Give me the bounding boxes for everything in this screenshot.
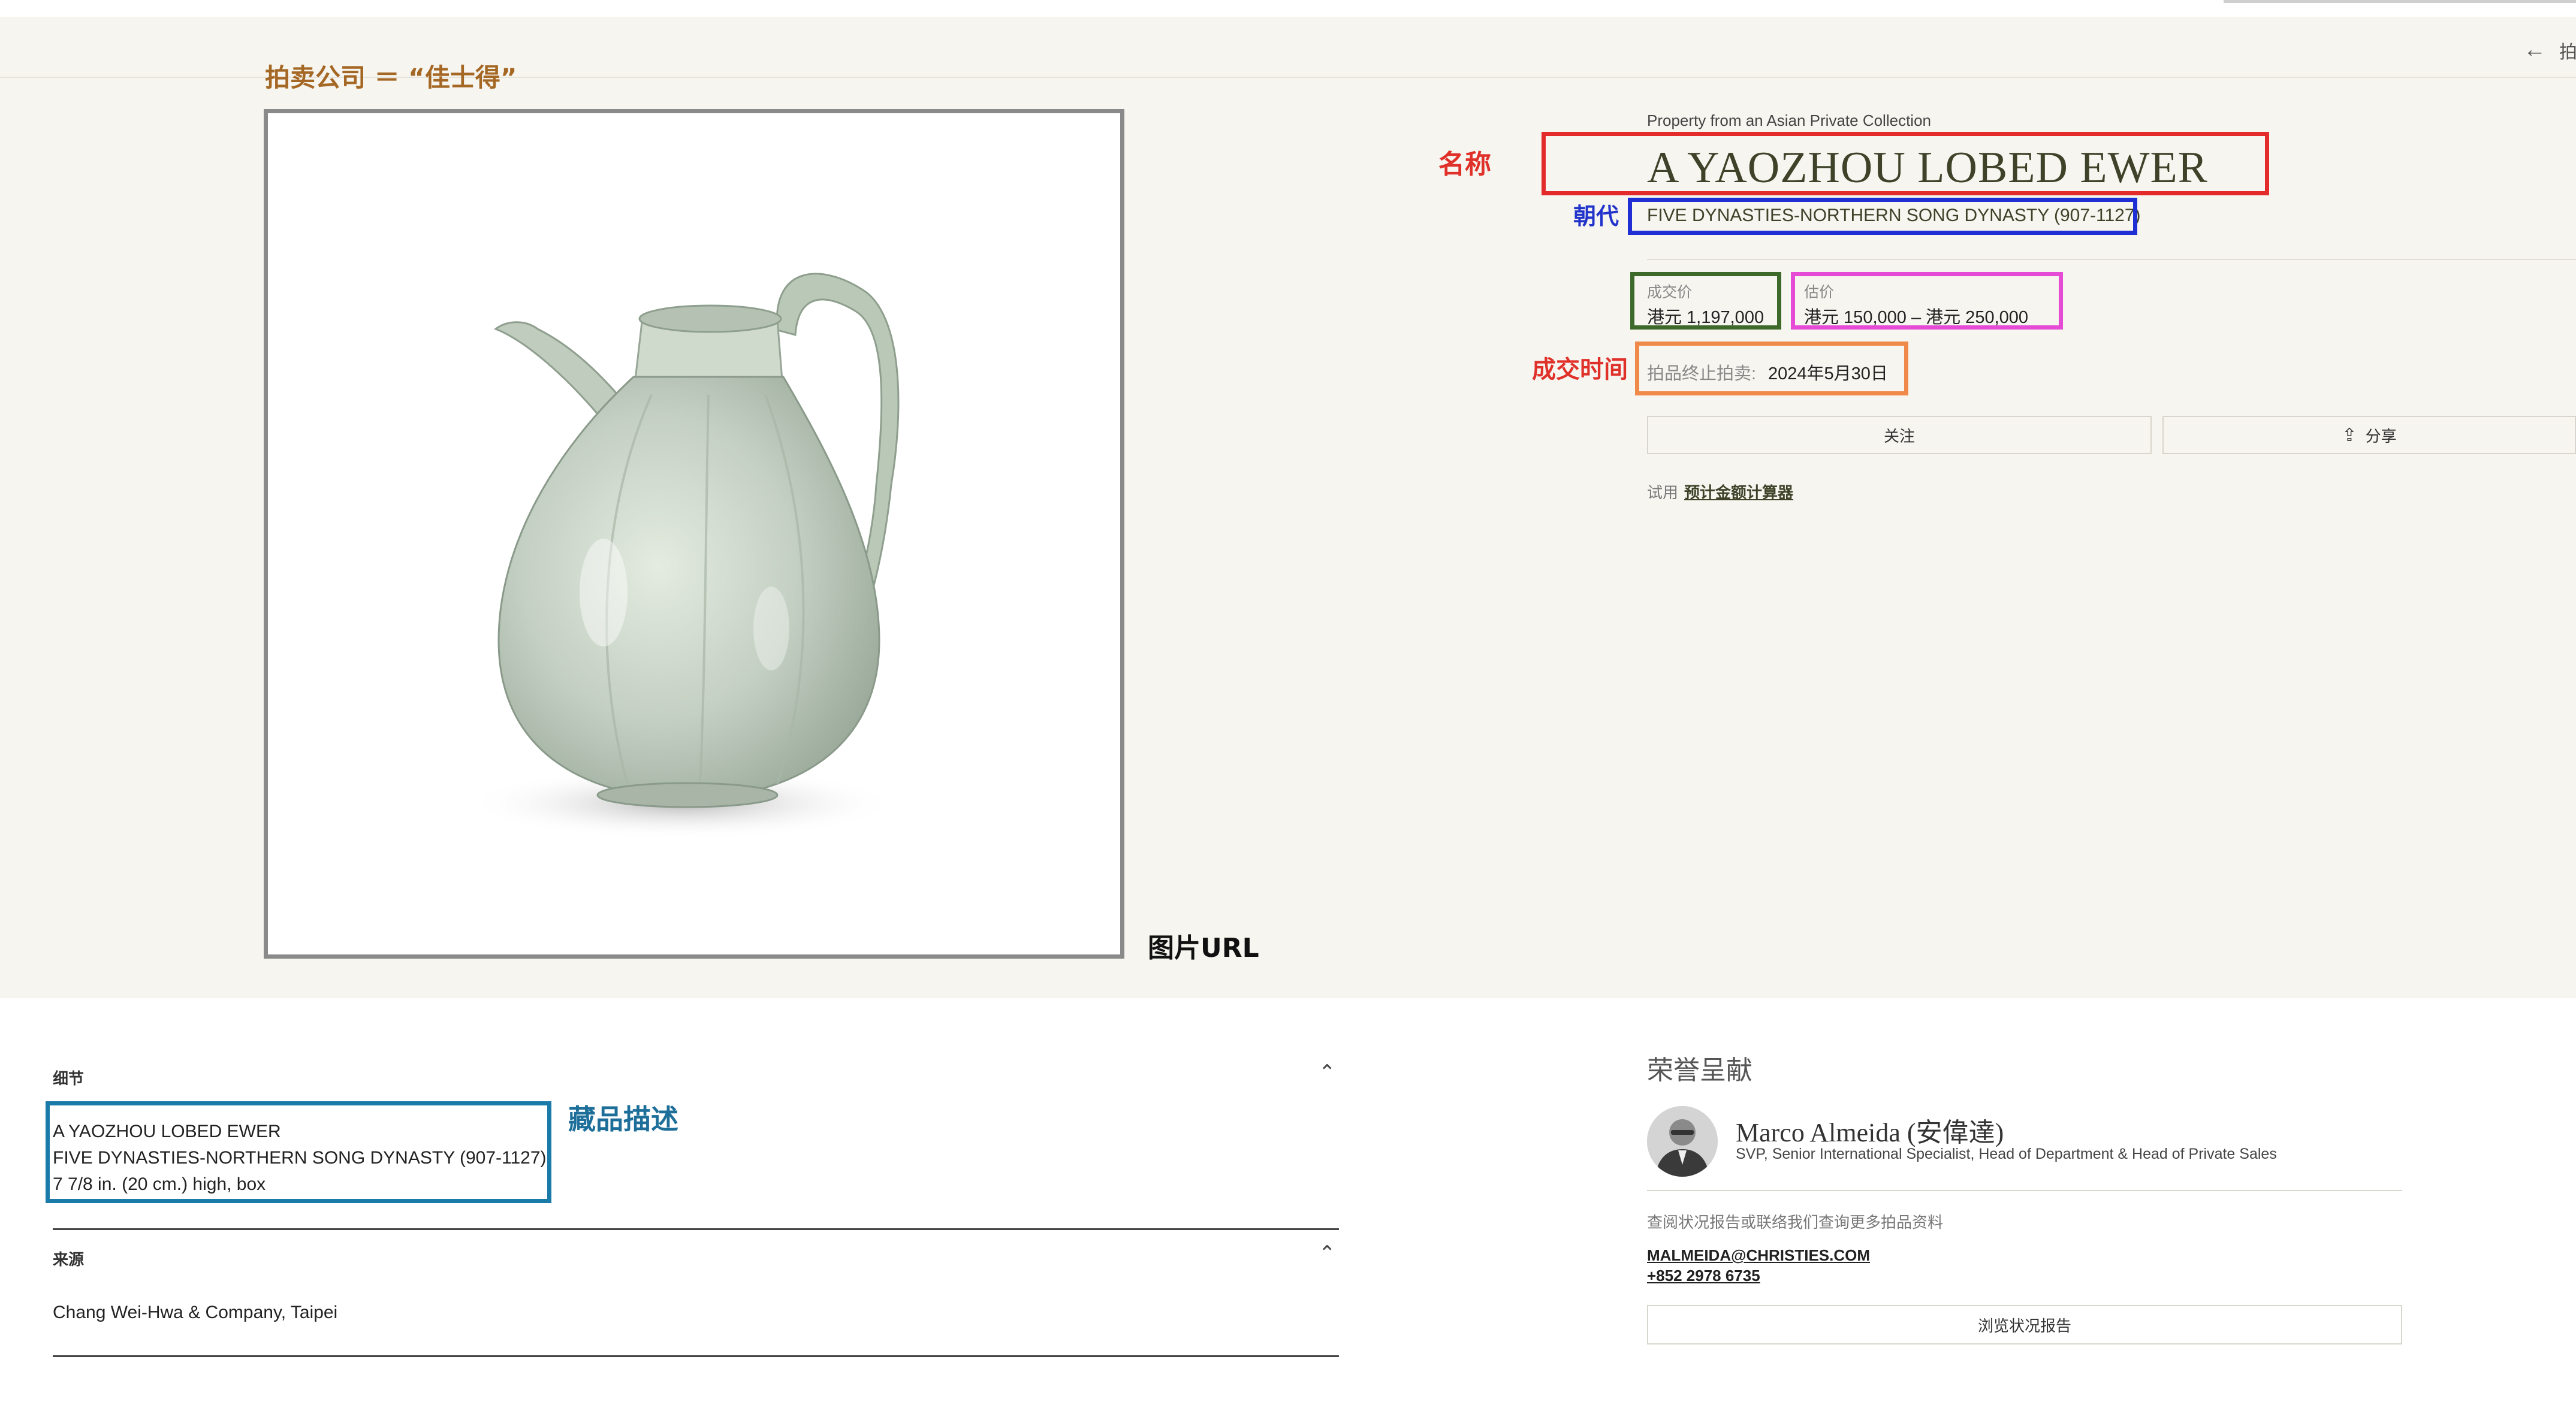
price-realised-label: 成交价 [1647, 284, 1693, 301]
contact-note: 查阅状况报告或联络我们查询更多拍品资料 [1647, 1213, 1944, 1231]
closing-date: 2024年5月30日 [1768, 364, 1888, 383]
detail-line-2: FIVE DYNASTIES-NORTHERN SONG DYNASTY (90… [53, 1148, 547, 1168]
annotation-dynasty: 朝代 [1573, 203, 1619, 229]
estimate-calculator-link[interactable]: 预计金额计算器 [1684, 481, 1793, 503]
detail-line-1: A YAOZHOU LOBED EWER [53, 1122, 281, 1141]
estimate-label: 估价 [1804, 284, 1835, 301]
annotation-name: 名称 [1438, 149, 1491, 180]
share-icon: ⇪ [2342, 425, 2357, 445]
lot-image[interactable] [264, 109, 1124, 959]
provenance-text: Chang Wei-Hwa & Company, Taipei [53, 1303, 338, 1322]
closing-label: 拍品终止拍卖: [1647, 364, 1757, 383]
details-divider [53, 1228, 1339, 1230]
specialist-divider [1647, 1190, 2402, 1191]
arrow-left-icon[interactable]: ← [2523, 37, 2546, 63]
highlight-box-dynasty [1628, 198, 2137, 235]
back-link[interactable]: 拍 [2559, 37, 2576, 64]
share-button[interactable]: ⇪ 分享 [2162, 416, 2576, 454]
chevron-up-icon[interactable]: ⌃ [1319, 1060, 1336, 1084]
follow-label: 关注 [1883, 427, 1915, 445]
highlight-box-name [1542, 132, 2269, 195]
title-divider [1647, 259, 2576, 260]
annotation-description: 藏品描述 [568, 1103, 678, 1135]
condition-report-label: 浏览状况报告 [1977, 1316, 2071, 1335]
specialist-role: SVP, Senior International Specialist, He… [1736, 1146, 2277, 1162]
chevron-up-icon[interactable]: ⌃ [1319, 1241, 1336, 1265]
annotation-auction-house: 拍卖公司 ＝ “佳士得” [265, 63, 517, 92]
top-bar [0, 0, 2576, 17]
specialist-heading: 荣誉呈献 [1647, 1056, 1752, 1085]
ewer-image [466, 273, 900, 839]
top-right-divider [2224, 0, 2576, 3]
follow-button[interactable]: 关注 [1647, 416, 2152, 454]
annotation-image-url: 图片URL [1148, 933, 1259, 963]
trial-prefix: 试用 [1647, 484, 1679, 501]
lot-subtitle: Property from an Asian Private Collectio… [1647, 111, 1931, 129]
estimate-value: 港元 150,000 – 港元 250,000 [1804, 308, 2029, 327]
price-realised-value: 港元 1,197,000 [1647, 308, 1764, 327]
share-label: 分享 [2365, 427, 2397, 445]
details-heading: 细节 [53, 1069, 85, 1087]
specialist-name: Marco Almeida (安偉達) [1736, 1118, 2004, 1147]
specialist-phone-link[interactable]: +852 2978 6735 [1647, 1267, 1760, 1285]
specialist-photo [1647, 1106, 1718, 1177]
specialist-email-link[interactable]: MALMEIDA@CHRISTIES.COM [1647, 1246, 1870, 1265]
condition-report-button[interactable]: 浏览状况报告 [1647, 1305, 2402, 1344]
provenance-divider [53, 1355, 1339, 1357]
provenance-heading: 来源 [53, 1250, 85, 1268]
avatar [1647, 1106, 1718, 1177]
detail-line-3: 7 7/8 in. (20 cm.) high, box [53, 1174, 266, 1194]
annotation-deal-time: 成交时间 [1532, 356, 1628, 383]
